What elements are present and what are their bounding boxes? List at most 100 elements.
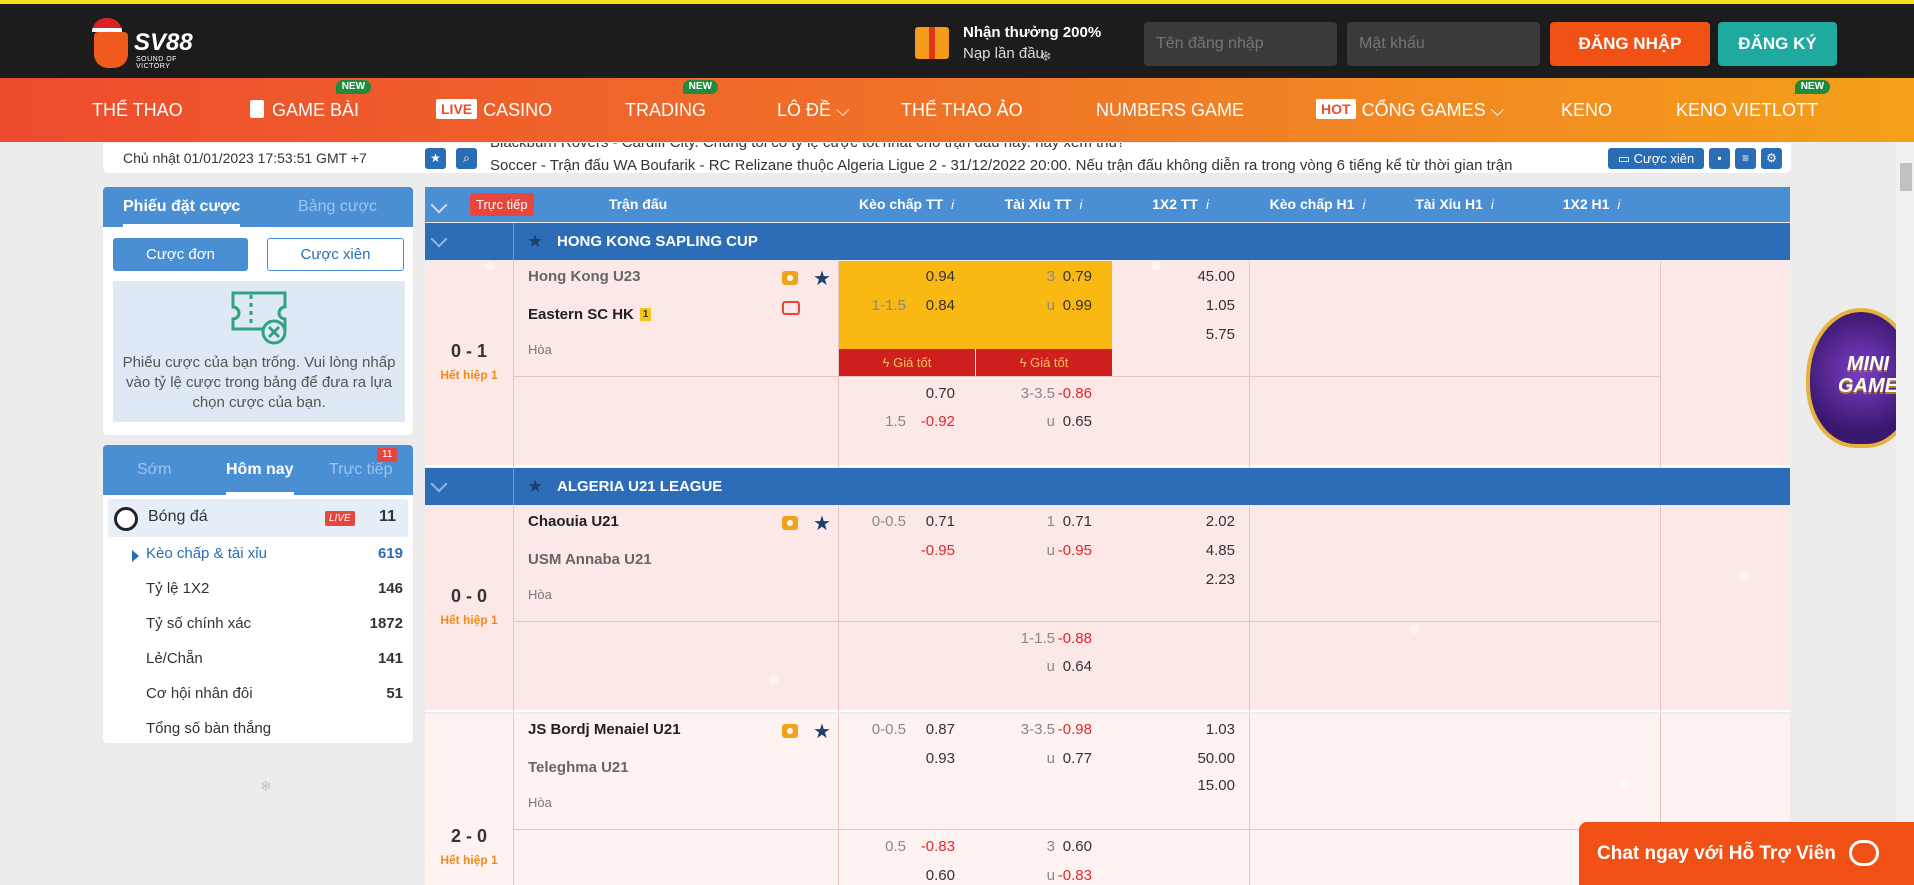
league-header[interactable]: ★ ALGERIA U21 LEAGUE	[425, 468, 1790, 505]
odds-cell[interactable]: -0.83	[865, 838, 955, 855]
watch-icon[interactable]	[782, 271, 798, 285]
logo[interactable]: SV88 SOUND OF VICTORY	[88, 18, 213, 70]
home-team[interactable]: JS Bordj Menaiel U21	[528, 721, 681, 738]
odds-cell[interactable]: 4.85	[1125, 542, 1235, 559]
info-icon[interactable]: i	[1206, 197, 1209, 212]
star-icon[interactable]: ★	[425, 148, 446, 169]
odds-cell[interactable]: 0.87	[865, 721, 955, 738]
odds-cell[interactable]: 0.65	[1015, 413, 1092, 430]
odds-cell[interactable]: 1.03	[1125, 721, 1235, 738]
odds-cell[interactable]: 0.93	[865, 750, 955, 767]
username-input[interactable]	[1144, 22, 1337, 66]
parlay-button[interactable]: ▭ Cược xiên	[1608, 148, 1704, 169]
sport-football[interactable]: Bóng đá LIVE 11	[108, 499, 408, 537]
odds-cell[interactable]: 0.70	[865, 385, 955, 402]
odds-cell[interactable]: -0.86	[1015, 385, 1092, 402]
yellow-card-icon: 1	[639, 308, 652, 321]
odds-cell[interactable]: 0.99	[1015, 297, 1092, 314]
odds-cell[interactable]: 2.02	[1125, 513, 1235, 530]
scrollbar[interactable]	[1896, 143, 1914, 885]
single-bet-button[interactable]: Cược đơn	[113, 238, 248, 271]
odds-cell[interactable]: 0.94	[865, 268, 955, 285]
odds-cell[interactable]: -0.88	[1015, 630, 1092, 647]
favorite-star-icon[interactable]: ★	[813, 266, 831, 291]
odds-cell[interactable]: -0.98	[1015, 721, 1092, 738]
chevron-down-icon[interactable]	[430, 230, 448, 248]
odds-cell[interactable]: -0.92	[865, 413, 955, 430]
odds-cell[interactable]: 15.00	[1125, 777, 1235, 794]
period-tabs: Sớm Hôm nay Trực tiếp 11	[103, 445, 413, 495]
favorite-star-icon[interactable]: ★	[813, 719, 831, 744]
info-icon[interactable]: i	[1491, 197, 1494, 212]
odds-cell[interactable]: 50.00	[1125, 750, 1235, 767]
away-team[interactable]: USM Annaba U21	[528, 551, 652, 568]
odds-cell[interactable]: 45.00	[1125, 268, 1235, 285]
odds-cell[interactable]: 0.79	[1015, 268, 1092, 285]
odds-cell[interactable]: 0.64	[1015, 658, 1092, 675]
star-icon[interactable]: ★	[527, 476, 543, 497]
register-button[interactable]: ĐĂNG KÝ	[1718, 22, 1837, 66]
away-team[interactable]: Teleghma U21	[528, 759, 629, 776]
login-button[interactable]: ĐĂNG NHẬP	[1550, 22, 1710, 66]
odds-cell[interactable]: 0.60	[865, 867, 955, 884]
nav-numbers-game[interactable]: NUMBERS GAME	[1096, 78, 1244, 142]
market-item[interactable]: Tỷ lệ 1X2 146	[103, 572, 403, 607]
chevron-down-icon[interactable]	[430, 196, 448, 214]
tab-bet-board[interactable]: Bảng cược	[298, 187, 377, 227]
odds-cell[interactable]: 2.23	[1125, 571, 1235, 588]
nav-sports[interactable]: THỂ THAO	[92, 78, 183, 142]
info-icon[interactable]: i	[951, 197, 954, 212]
live-video-icon[interactable]	[782, 301, 800, 315]
odds-cell[interactable]: -0.95	[865, 542, 955, 559]
odds-cell[interactable]: -0.83	[1015, 867, 1092, 884]
draw-label: Hòa	[528, 342, 552, 357]
odds-cell[interactable]: 0.77	[1015, 750, 1092, 767]
info-icon[interactable]: i	[1362, 197, 1365, 212]
nav-keno[interactable]: KENO	[1561, 78, 1612, 142]
nav-casino[interactable]: LIVE CASINO	[436, 78, 552, 142]
nav-keno-vietlott[interactable]: KENO VIETLOTT NEW	[1676, 78, 1831, 142]
watch-icon[interactable]	[782, 724, 798, 738]
tab-early[interactable]: Sớm	[137, 445, 172, 495]
market-item[interactable]: Lẻ/Chẵn 141	[103, 642, 403, 677]
nav-virtual-sports[interactable]: THỂ THAO ẢO	[901, 78, 1023, 142]
password-input[interactable]	[1347, 22, 1540, 66]
favorite-star-icon[interactable]: ★	[813, 511, 831, 536]
tab-betslip[interactable]: Phiếu đặt cược	[123, 187, 241, 227]
nav-card-games[interactable]: GAME BÀI NEW	[250, 78, 372, 142]
document-icon[interactable]: ≡	[1735, 148, 1756, 169]
away-team[interactable]: Eastern SC HK 1	[528, 306, 652, 323]
star-icon[interactable]: ★	[527, 231, 543, 252]
market-label: Tỷ lệ 1X2	[146, 580, 210, 597]
nav-trading[interactable]: TRADING NEW	[625, 78, 718, 142]
chat-icon[interactable]: ▪	[1709, 148, 1730, 169]
market-item[interactable]: Cơ hội nhân đôi 51	[103, 677, 403, 712]
chat-widget[interactable]: Chat ngay với Hỗ Trợ Viên	[1579, 822, 1914, 885]
odds-cell[interactable]: 0.60	[1015, 838, 1092, 855]
odds-cell[interactable]: 0.71	[865, 513, 955, 530]
odds-cell[interactable]: -0.95	[1015, 542, 1092, 559]
odds-cell[interactable]: 5.75	[1125, 326, 1235, 343]
nav-label: GAME BÀI	[272, 100, 360, 120]
league-header[interactable]: ★ HONG KONG SAPLING CUP	[425, 223, 1790, 260]
nav-game-portal[interactable]: HOT CỔNG GAMES ⌵	[1316, 78, 1504, 142]
search-icon[interactable]: ⌕	[456, 148, 477, 169]
home-team[interactable]: Chaouia U21	[528, 513, 619, 530]
info-icon[interactable]: i	[1617, 197, 1620, 212]
info-icon[interactable]: i	[1080, 197, 1083, 212]
watch-icon[interactable]	[782, 516, 798, 530]
odds-cell[interactable]: 0.84	[865, 297, 955, 314]
market-item[interactable]: Tổng số bàn thắng	[103, 712, 403, 743]
odds-cell[interactable]: 0.71	[1015, 513, 1092, 530]
chevron-down-icon[interactable]	[430, 475, 448, 493]
gear-icon[interactable]: ⚙	[1761, 148, 1782, 169]
tab-today[interactable]: Hôm nay	[226, 445, 294, 495]
market-item[interactable]: Tỷ số chính xác 1872	[103, 607, 403, 642]
market-item[interactable]: Kèo chấp & tài xỉu 619	[103, 537, 403, 572]
col-hdp-h1: Kèo chấp H1 i	[1249, 187, 1386, 222]
home-team[interactable]: Hong Kong U23	[528, 268, 641, 285]
scrollbar-thumb[interactable]	[1900, 163, 1912, 191]
parlay-bet-button[interactable]: Cược xiên	[267, 238, 404, 271]
nav-lottery[interactable]: LÔ ĐỀ ⌵	[777, 78, 850, 142]
odds-cell[interactable]: 1.05	[1125, 297, 1235, 314]
